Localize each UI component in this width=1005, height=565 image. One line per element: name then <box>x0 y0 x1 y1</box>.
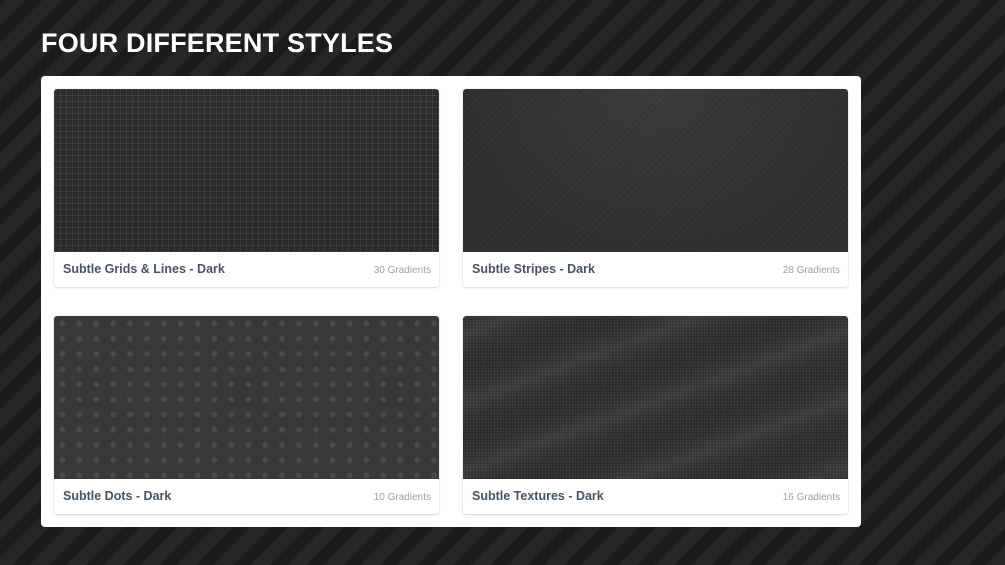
gradient-count: 16 Gradients <box>782 492 840 503</box>
style-card-stripes[interactable]: Subtle Stripes - Dark 28 Gradients <box>463 89 848 287</box>
dots-pattern-preview[interactable] <box>54 316 439 479</box>
card-title[interactable]: Subtle Dots - Dark <box>63 489 171 503</box>
style-card-grids-lines[interactable]: Subtle Grids & Lines - Dark 30 Gradients <box>54 89 439 287</box>
card-title[interactable]: Subtle Stripes - Dark <box>472 262 595 276</box>
card-title[interactable]: Subtle Grids & Lines - Dark <box>63 262 225 276</box>
textures-pattern-preview[interactable] <box>463 316 848 479</box>
styles-panel: Subtle Grids & Lines - Dark 30 Gradients… <box>41 76 861 527</box>
style-card-textures[interactable]: Subtle Textures - Dark 16 Gradients <box>463 316 848 514</box>
gradient-count: 30 Gradients <box>373 265 431 276</box>
page-title: FOUR DIFFERENT STYLES <box>41 28 394 58</box>
stripes-pattern-preview[interactable] <box>463 89 848 252</box>
gradient-count: 10 Gradients <box>373 492 431 503</box>
card-title[interactable]: Subtle Textures - Dark <box>472 489 604 503</box>
grid-pattern-preview[interactable] <box>54 89 439 252</box>
gradient-count: 28 Gradients <box>782 265 840 276</box>
style-card-dots[interactable]: Subtle Dots - Dark 10 Gradients <box>54 316 439 514</box>
